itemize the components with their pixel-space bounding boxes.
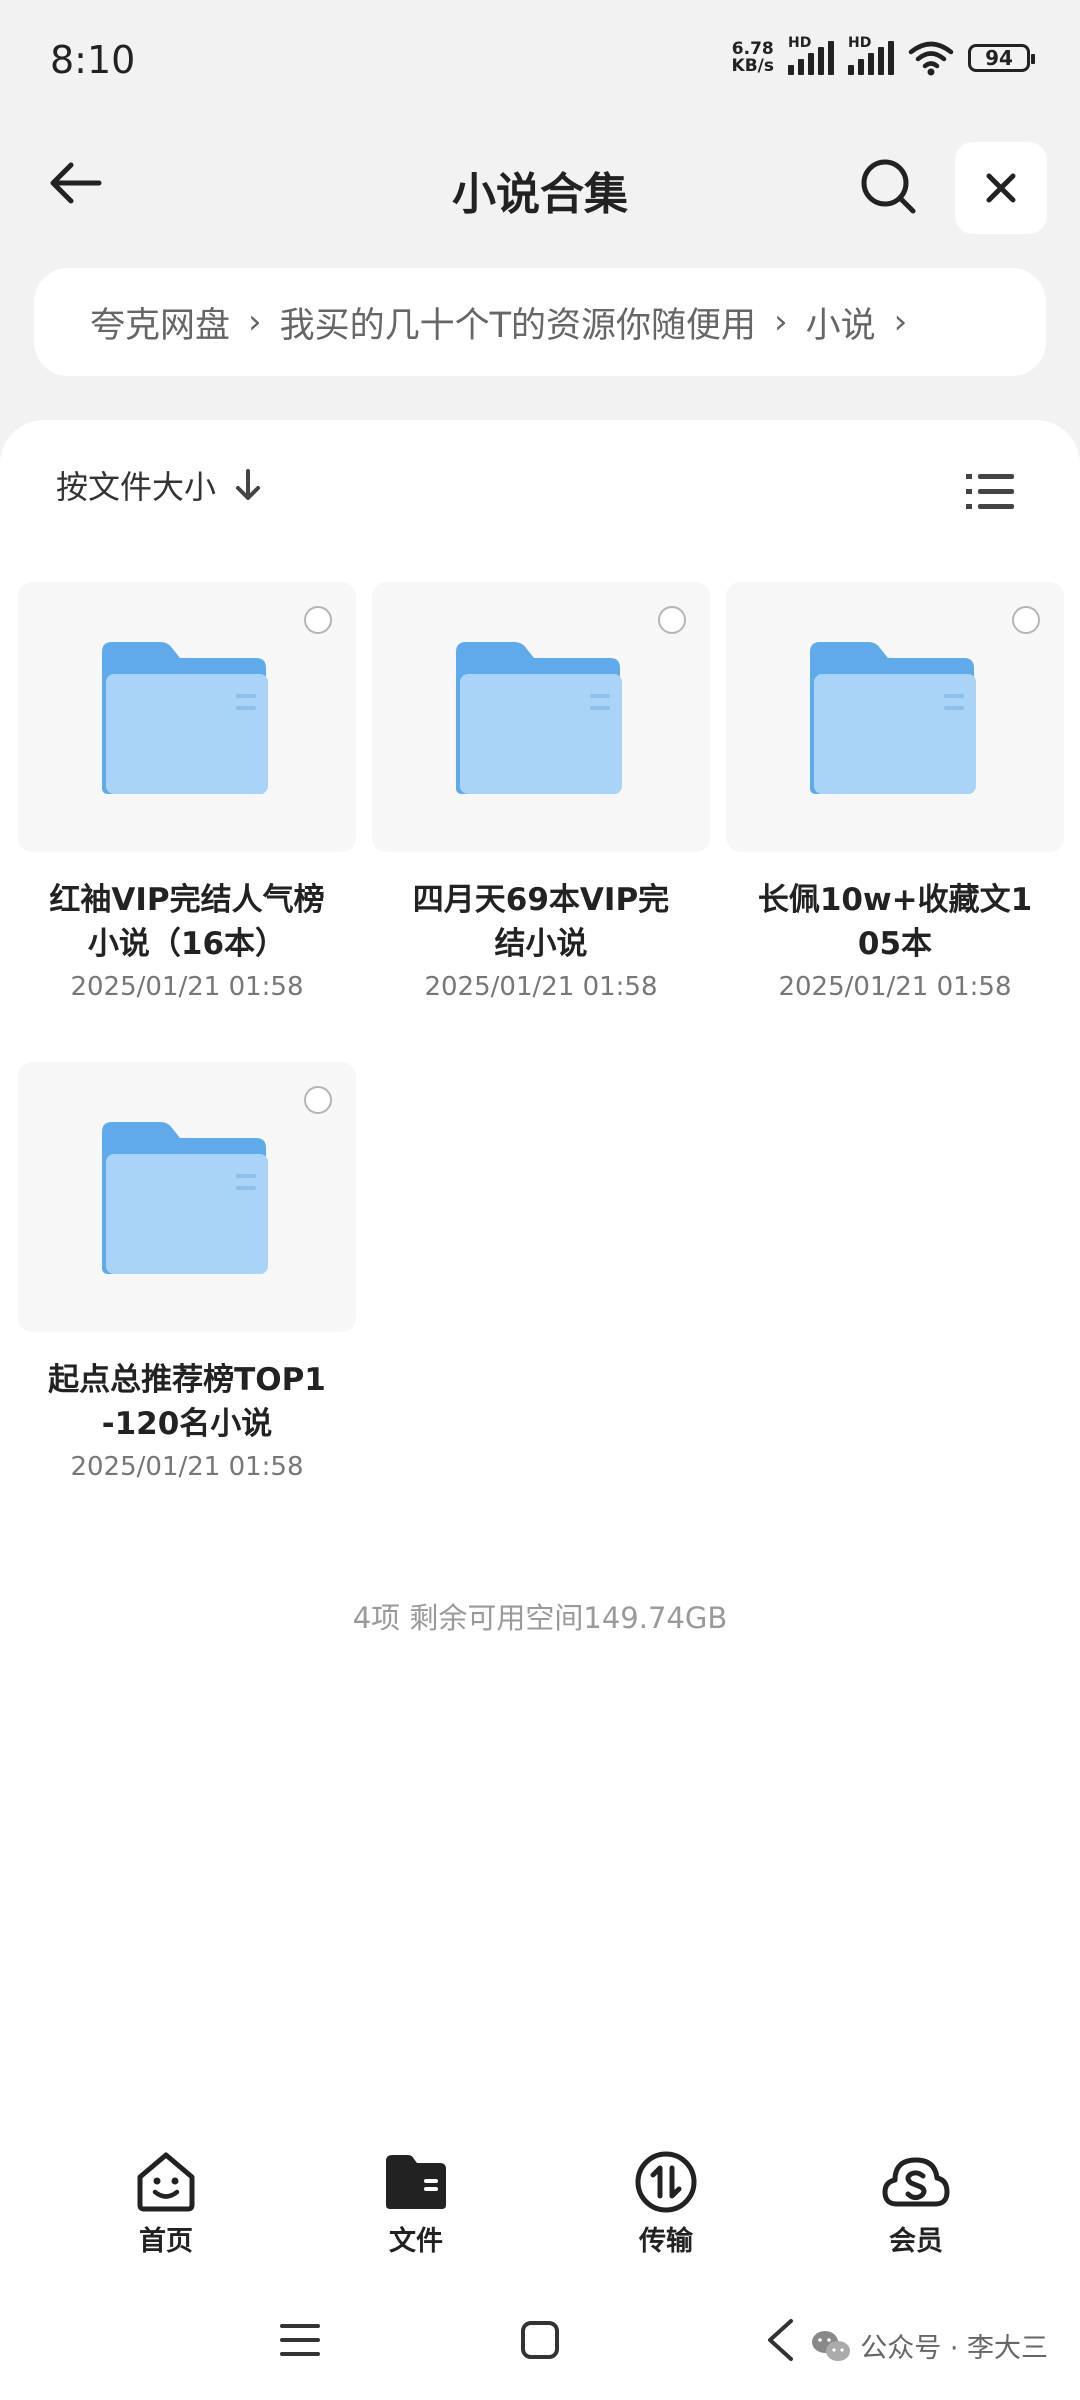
folder-name: 长佩10w+收藏文1 05本	[726, 878, 1064, 966]
folder-icon	[102, 642, 268, 794]
breadcrumb-separator-icon: ›	[893, 302, 908, 342]
wifi-icon	[908, 41, 954, 76]
close-icon	[986, 173, 1016, 203]
wechat-icon	[812, 2330, 851, 2361]
search-icon	[861, 159, 916, 214]
breadcrumb-separator-icon: ›	[774, 302, 788, 342]
folder-icon	[810, 642, 976, 794]
bottom-nav: 首页 文件 传输 会员	[0, 2125, 1080, 2265]
folder-card[interactable]	[18, 582, 356, 852]
folder-name-line: 起点总推荐榜TOP1	[48, 1362, 326, 1398]
select-radio[interactable]	[1012, 606, 1040, 634]
folder-date: 2025/01/21 01:58	[778, 972, 1012, 1002]
folder-name-line: 05本	[857, 926, 933, 962]
folder-icon	[386, 2155, 446, 2209]
nav-files-label: 文件	[389, 2226, 443, 2257]
menu-icon	[280, 2324, 320, 2356]
nav-transfer[interactable]: 传输	[596, 2147, 736, 2258]
battery-icon: 94	[968, 44, 1035, 72]
folder-name: 起点总推荐榜TOP1 -120名小说	[18, 1358, 356, 1446]
folder-name-line: 四月天69本VIP完	[412, 882, 670, 918]
watermark: 公众号 · 李大三	[810, 2326, 1048, 2365]
folder-name: 红袖VIP完结人气榜 小说（16本）	[18, 878, 356, 966]
nav-home[interactable]: 首页	[96, 2147, 236, 2258]
network-speed-unit: KB/s	[731, 56, 774, 76]
folder-name-line: 长佩10w+收藏文1	[757, 882, 1033, 918]
battery-level: 94	[985, 46, 1013, 70]
system-nav-bar: 公众号 · 李大三	[0, 2290, 1080, 2380]
list-view-icon	[966, 474, 1014, 509]
folder-card[interactable]	[372, 582, 710, 852]
breadcrumb: 夸克网盘 › 我买的几十个T的资源你随便用 › 小说 ›	[34, 268, 1046, 376]
signal-1-label: HD	[788, 35, 812, 51]
square-icon	[521, 2321, 559, 2359]
folder-date: 2025/01/21 01:58	[424, 972, 658, 1002]
status-bar: 8:10 6.78 KB/s HD HD 94	[0, 0, 1080, 120]
folder-name-line: 小说（16本）	[87, 926, 287, 962]
select-radio[interactable]	[304, 606, 332, 634]
network-speed: 6.78 KB/s	[732, 41, 774, 75]
transfer-icon	[635, 2151, 697, 2213]
arrow-down-icon	[236, 469, 261, 500]
select-radio[interactable]	[304, 1086, 332, 1114]
folder-name-line: 结小说	[494, 926, 588, 962]
vip-cloud-icon	[882, 2157, 950, 2207]
select-radio[interactable]	[658, 606, 686, 634]
folder-card[interactable]	[726, 582, 1064, 852]
folder-date: 2025/01/21 01:58	[70, 972, 304, 1002]
folder-icon	[456, 642, 622, 794]
home-smile-icon	[137, 2152, 195, 2212]
breadcrumb-item-root[interactable]: 夸克网盘	[90, 297, 230, 348]
view-toggle-button[interactable]	[960, 462, 1020, 522]
nav-home-label: 首页	[139, 2226, 193, 2257]
watermark-text: 公众号 · 李大三	[860, 2333, 1048, 2364]
search-button[interactable]	[850, 148, 926, 224]
nav-vip[interactable]: 会员	[846, 2147, 986, 2258]
folder-name-line: -120名小说	[101, 1406, 273, 1442]
breadcrumb-item-novels[interactable]: 小说	[806, 297, 876, 348]
signal-2-label: HD	[848, 35, 872, 51]
file-list-panel: 按文件大小 红袖VIP完结人气榜 小说（16本） 2025/01/21 01:5…	[0, 420, 1080, 2400]
storage-summary: 4项 剩余可用空间149.74GB	[352, 1601, 728, 1635]
folder-date: 2025/01/21 01:58	[70, 1452, 304, 1482]
signal-1-icon: HD	[788, 35, 834, 75]
header: 小说合集	[0, 130, 1080, 240]
breadcrumb-separator-icon: ›	[248, 302, 262, 342]
signal-2-icon: HD	[848, 35, 894, 75]
nav-transfer-label: 传输	[639, 2226, 693, 2257]
back-nav-button[interactable]	[750, 2310, 810, 2370]
folder-name-line: 红袖VIP完结人气榜	[49, 882, 325, 918]
folder-name: 四月天69本VIP完 结小说	[372, 878, 710, 966]
chevron-left-icon	[768, 2319, 793, 2361]
nav-vip-label: 会员	[889, 2226, 943, 2257]
sort-button[interactable]: 按文件大小	[56, 462, 262, 508]
home-button[interactable]	[510, 2310, 570, 2370]
folder-card[interactable]	[18, 1062, 356, 1332]
status-time: 8:10	[50, 38, 136, 82]
folder-icon	[102, 1122, 268, 1274]
breadcrumb-item-resources[interactable]: 我买的几十个T的资源你随便用	[280, 297, 756, 348]
sort-label: 按文件大小	[56, 468, 217, 506]
status-icons: 6.78 KB/s HD HD 94	[732, 35, 1035, 76]
menu-button[interactable]	[270, 2310, 330, 2370]
close-button[interactable]	[955, 142, 1047, 234]
nav-files[interactable]: 文件	[346, 2147, 486, 2258]
